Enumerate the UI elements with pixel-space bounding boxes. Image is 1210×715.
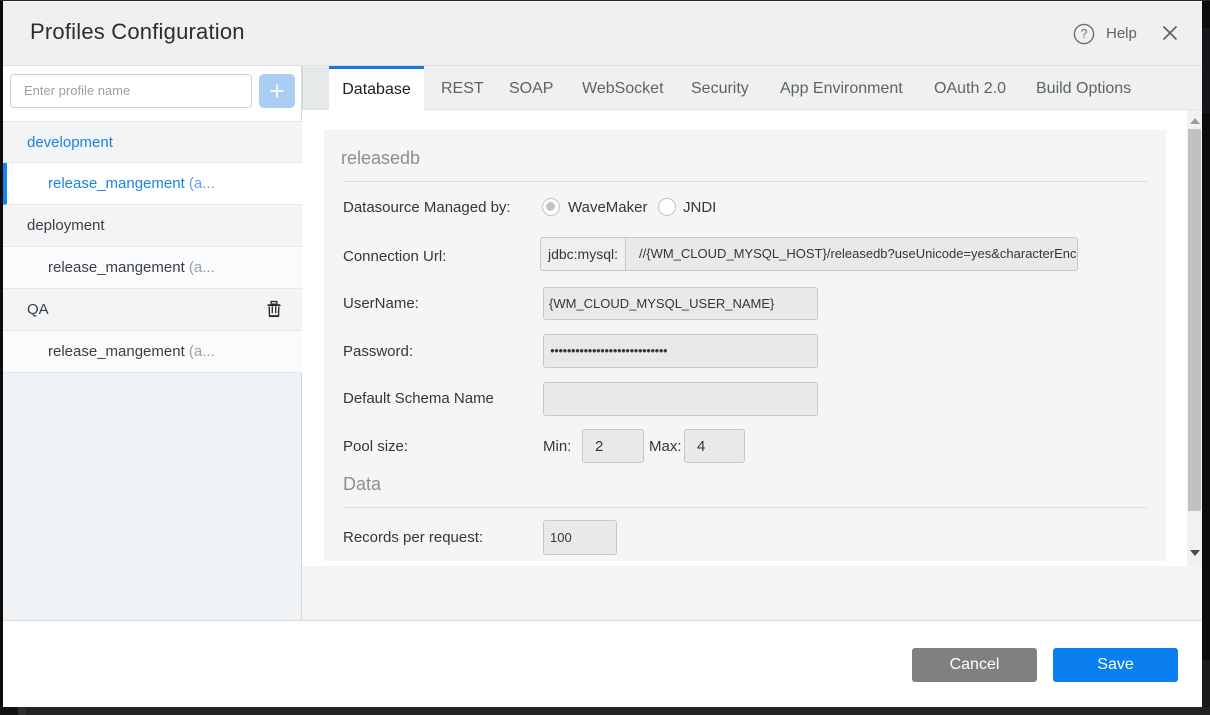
svg-text:?: ? (1081, 27, 1088, 41)
